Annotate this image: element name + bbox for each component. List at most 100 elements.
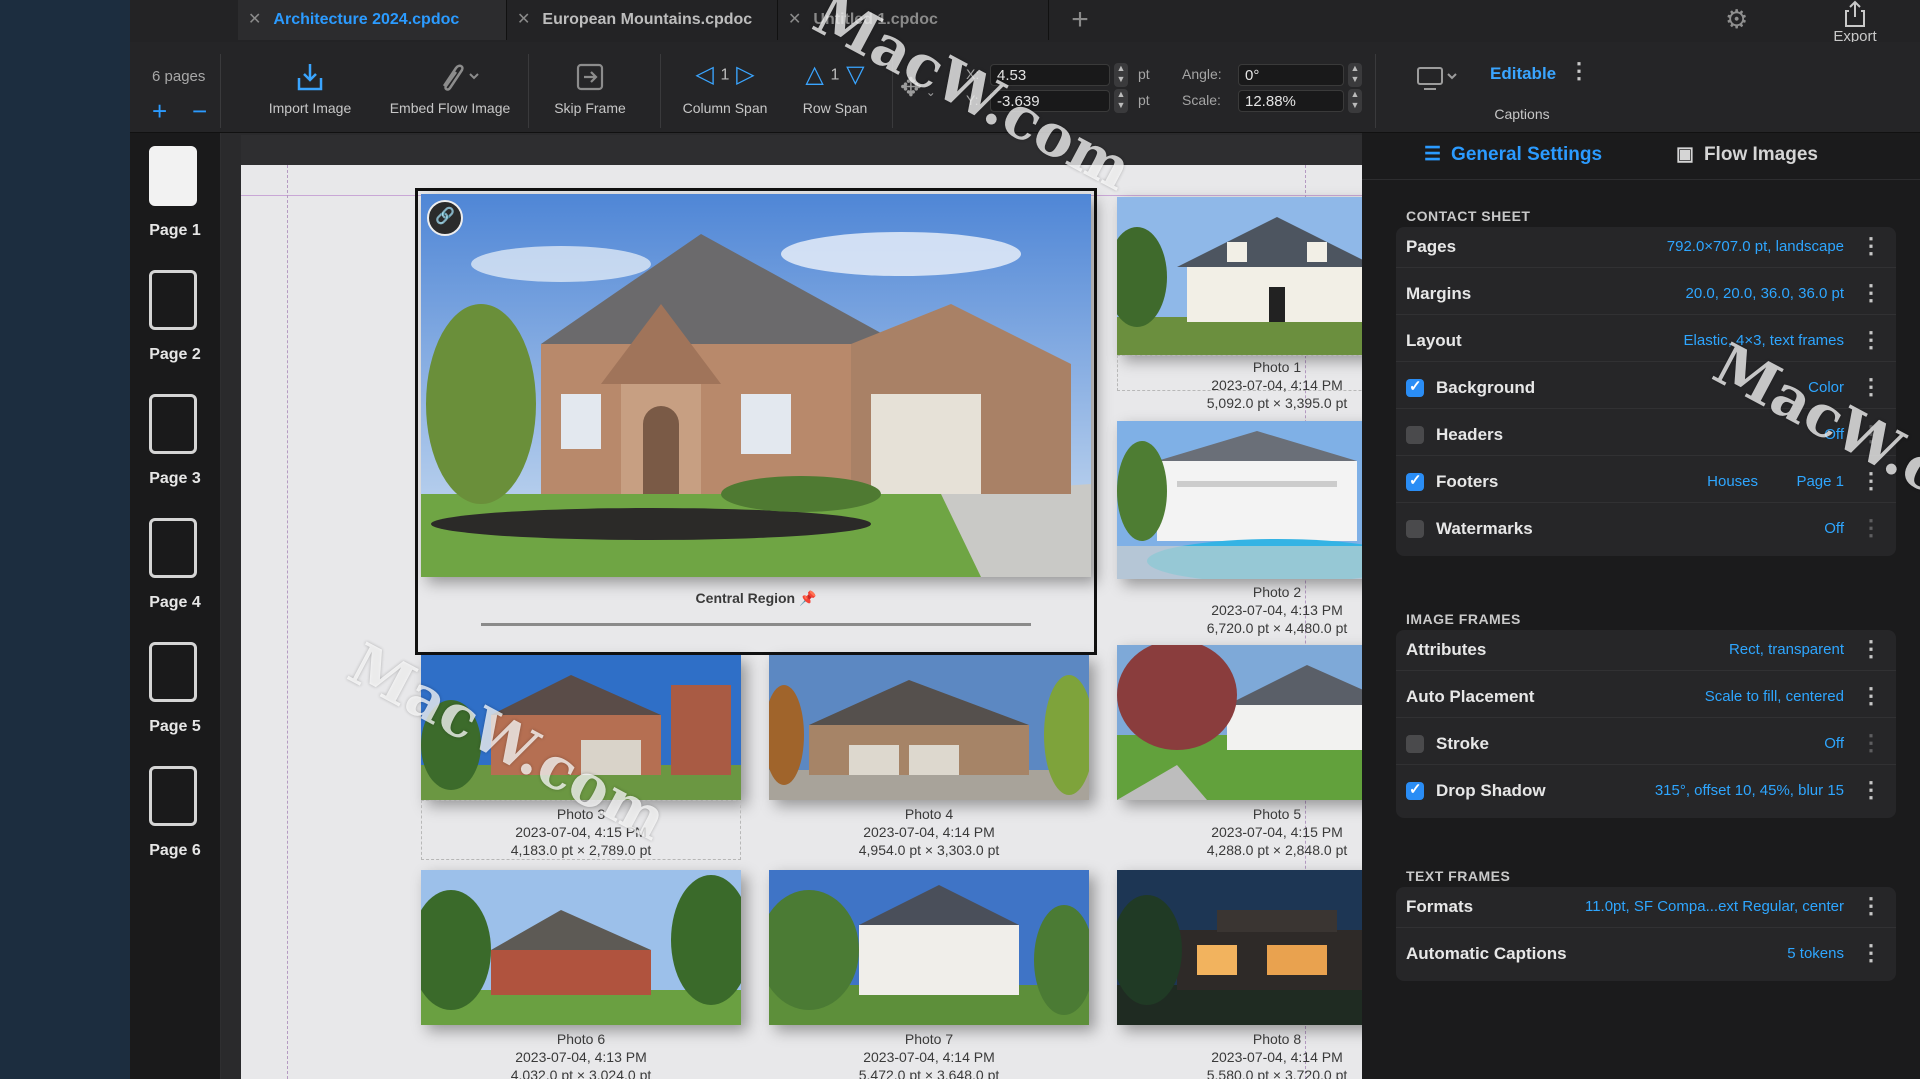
tab-flow-images[interactable]: ▣ Flow Images	[1676, 143, 1818, 166]
toolbar-separator	[1375, 54, 1376, 128]
photo-date: 2023-07-04, 4:15 PM	[515, 824, 647, 840]
footers-checkbox[interactable]	[1406, 471, 1424, 491]
stroke-value: Off	[1824, 735, 1844, 752]
auto-placement-row[interactable]: Auto Placement Scale to fill, centered ⋮	[1396, 677, 1896, 718]
photo-6[interactable]	[421, 870, 741, 1025]
stroke-row[interactable]: Stroke Off ⋮	[1396, 724, 1896, 765]
page-thumbnail-5[interactable]	[149, 642, 197, 702]
pages-more-icon[interactable]: ⋮	[1860, 233, 1882, 259]
add-page-button[interactable]: +	[152, 96, 167, 127]
page-label: Page 4	[149, 594, 201, 611]
page-thumbnail-2[interactable]	[149, 270, 197, 330]
tab-architecture[interactable]: ✕ Architecture 2024.cpdoc	[238, 0, 507, 40]
attributes-more-icon[interactable]: ⋮	[1860, 636, 1882, 662]
column-span-control[interactable]: ◁ 1 ▷ Column Span	[668, 60, 782, 116]
margin-guide	[287, 165, 288, 1079]
section-text-frames: TEXT FRAMES	[1406, 868, 1511, 884]
angle-field[interactable]: 0°	[1238, 64, 1344, 86]
edit-badge-icon[interactable]: 🔗	[427, 200, 463, 236]
tab-european-mountains[interactable]: ✕ European Mountains.cpdoc	[507, 0, 778, 40]
photo-title: Photo 7	[904, 1031, 954, 1047]
background-checkbox[interactable]	[1406, 377, 1424, 397]
headers-checkbox[interactable]	[1406, 426, 1424, 444]
close-tab-icon[interactable]: ✕	[248, 11, 261, 28]
scale-label: Scale:	[1182, 92, 1221, 108]
row-span-decrease-icon[interactable]: △	[805, 61, 823, 88]
layout-row[interactable]: Layout Elastic, 4×3, text frames ⋮	[1396, 321, 1896, 362]
attributes-row[interactable]: Attributes Rect, transparent ⋮	[1396, 630, 1896, 671]
display-mode-icon[interactable]	[1416, 64, 1460, 100]
x-stepper[interactable]: ▲ ▼	[1114, 63, 1128, 87]
row-span-increase-icon[interactable]: ▽	[846, 61, 864, 88]
remove-page-button[interactable]: −	[192, 96, 207, 127]
formats-more-icon[interactable]: ⋮	[1860, 893, 1882, 919]
automatic-captions-more-icon[interactable]: ⋮	[1860, 940, 1882, 966]
contact-sheet-page[interactable]: 🔗 Central Region 📌 Photo 1 2023-07-04, 4…	[241, 165, 1489, 1079]
captions-more-icon[interactable]: ⋮	[1568, 58, 1590, 84]
drop-shadow-row[interactable]: Drop Shadow 315°, offset 10, 45%, blur 1…	[1396, 771, 1896, 811]
photo-4[interactable]	[769, 655, 1089, 800]
drop-shadow-checkbox[interactable]	[1406, 780, 1424, 800]
layout-more-icon[interactable]: ⋮	[1860, 327, 1882, 353]
formats-row[interactable]: Formats 11.0pt, SF Compa...ext Regular, …	[1396, 887, 1896, 928]
central-photo[interactable]	[421, 194, 1091, 577]
headers-row[interactable]: Headers Off ⋮	[1396, 415, 1896, 456]
close-tab-icon[interactable]: ✕	[788, 11, 801, 28]
margins-label: Margins	[1406, 284, 1472, 303]
watermarks-row[interactable]: Watermarks Off ⋮	[1396, 509, 1896, 549]
y-stepper[interactable]: ▲ ▼	[1114, 89, 1128, 113]
export-button[interactable]: Export	[1820, 0, 1890, 45]
embed-flow-image-button[interactable]: Embed Flow Image	[375, 60, 525, 116]
tab-general-settings[interactable]: ☰ General Settings	[1424, 143, 1602, 166]
photo-size: 4,032.0 pt × 3,024.0 pt	[510, 1067, 652, 1079]
stroke-checkbox[interactable]	[1406, 735, 1424, 753]
margins-row[interactable]: Margins 20.0, 20.0, 36.0, 36.0 pt ⋮	[1396, 274, 1896, 315]
photo-size: 5,472.0 pt × 3,648.0 pt	[858, 1067, 1000, 1079]
column-span-increase-icon[interactable]: ▷	[736, 61, 754, 88]
watermarks-checkbox[interactable]	[1406, 520, 1424, 538]
tab-untitled[interactable]: ✕ Untitled 1.cpdoc	[778, 0, 1049, 40]
toolbar-separator	[528, 54, 529, 128]
import-image-button[interactable]: Import Image	[250, 60, 370, 116]
footers-more-icon[interactable]: ⋮	[1860, 468, 1882, 494]
photo-7-caption: Photo 7 2023-07-04, 4:14 PM 5,472.0 pt ×…	[769, 1030, 1089, 1079]
pages-row[interactable]: Pages 792.0×707.0 pt, landscape ⋮	[1396, 227, 1896, 268]
y-unit: pt	[1138, 92, 1150, 108]
paperclip-icon	[442, 64, 479, 91]
embed-flow-image-label: Embed Flow Image	[389, 100, 511, 116]
settings-gear-icon[interactable]: ⚙	[1725, 4, 1748, 35]
page-thumbnail-1[interactable]	[149, 146, 197, 206]
photo-3[interactable]	[421, 655, 741, 800]
watermarks-more-icon[interactable]: ⋮	[1860, 515, 1882, 541]
stroke-more-icon[interactable]: ⋮	[1860, 730, 1882, 756]
page-thumbnail-6[interactable]	[149, 766, 197, 826]
scale-stepper[interactable]: ▲ ▼	[1348, 89, 1362, 113]
angle-stepper[interactable]: ▲ ▼	[1348, 63, 1362, 87]
background-row[interactable]: Background Color ⋮	[1396, 368, 1896, 409]
y-field[interactable]: -3.639	[990, 90, 1110, 112]
attributes-value: Rect, transparent	[1728, 641, 1844, 658]
auto-placement-more-icon[interactable]: ⋮	[1860, 683, 1882, 709]
headers-more-icon[interactable]: ⋮	[1860, 421, 1882, 447]
import-image-label: Import Image	[268, 100, 352, 116]
scale-field[interactable]: 12.88%	[1238, 90, 1344, 112]
automatic-captions-row[interactable]: Automatic Captions 5 tokens ⋮	[1396, 934, 1896, 974]
background-more-icon[interactable]: ⋮	[1860, 374, 1882, 400]
tab-general-label: General Settings	[1451, 144, 1603, 165]
photo-date: 2023-07-04, 4:14 PM	[863, 824, 995, 840]
x-field[interactable]: 4.53	[990, 64, 1110, 86]
page-thumbnail-4[interactable]	[149, 518, 197, 578]
photo-7[interactable]	[769, 870, 1089, 1025]
skip-frame-button[interactable]: Skip Frame	[540, 60, 640, 116]
automatic-captions-label: Automatic Captions	[1406, 944, 1567, 963]
drop-shadow-more-icon[interactable]: ⋮	[1860, 777, 1882, 803]
column-span-decrease-icon[interactable]: ◁	[695, 61, 713, 88]
row-span-control[interactable]: △ 1 ▽ Row Span	[785, 60, 885, 116]
close-tab-icon[interactable]: ✕	[517, 11, 530, 28]
footers-row[interactable]: Footers Houses Page 1 ⋮	[1396, 462, 1896, 503]
page-thumbnail-3[interactable]	[149, 394, 197, 454]
margins-more-icon[interactable]: ⋮	[1860, 280, 1882, 306]
move-tool-icon[interactable]: ✥ ⌄	[900, 72, 936, 103]
captions-mode-button[interactable]: Editable	[1490, 64, 1556, 84]
new-tab-button[interactable]: +	[1065, 2, 1095, 38]
